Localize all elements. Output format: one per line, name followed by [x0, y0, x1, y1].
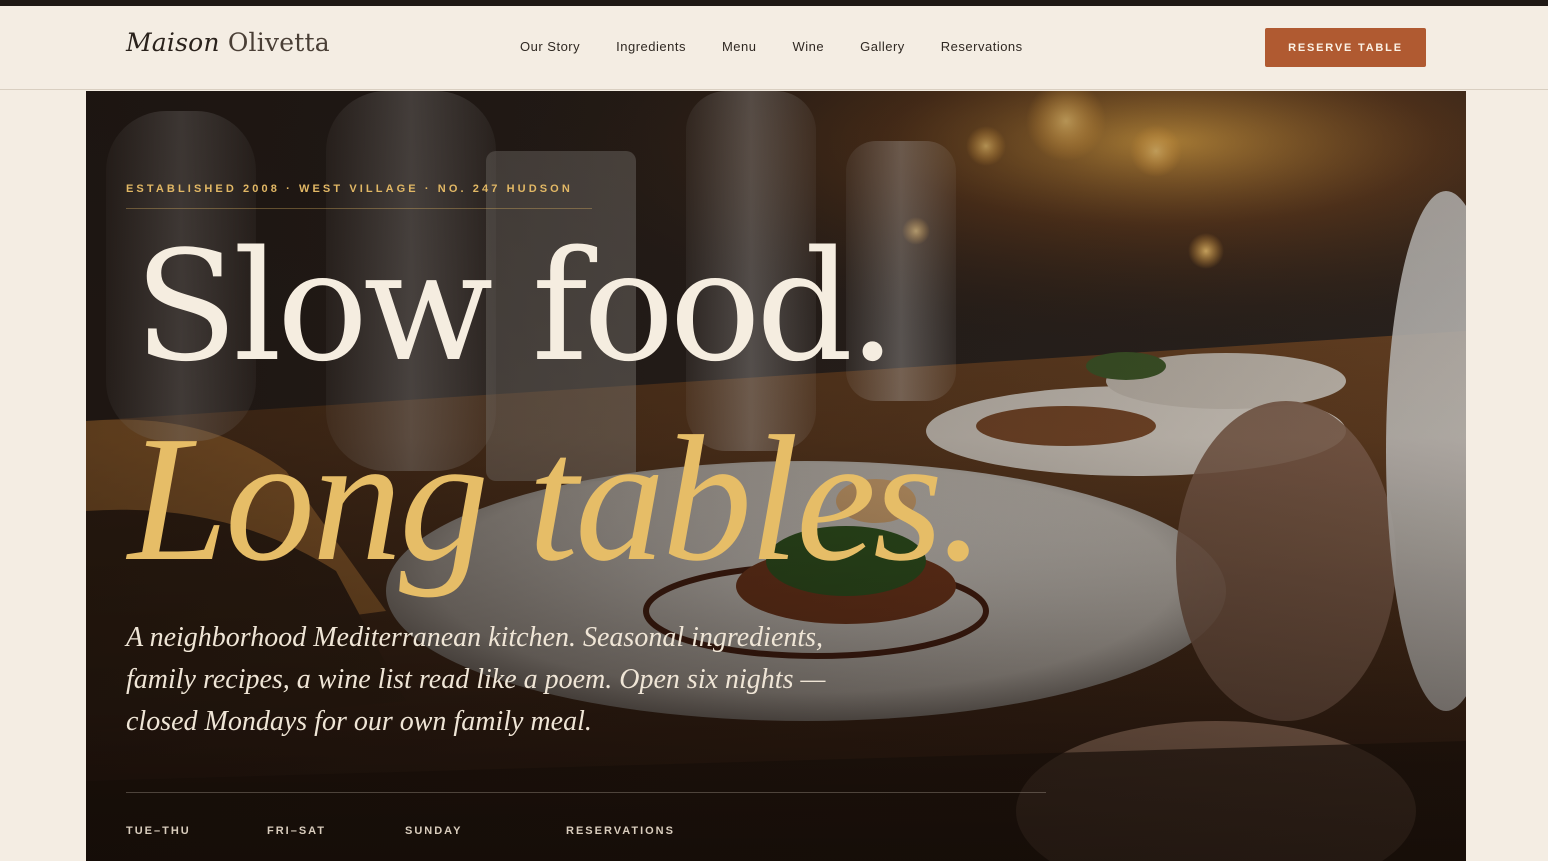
nav-link-wine[interactable]: Wine [792, 39, 824, 54]
hours-tue-thu: TUE–THU [126, 825, 191, 849]
hero-headline-line1: Slow food. [134, 218, 897, 395]
nav-link-gallery[interactable]: Gallery [860, 39, 905, 54]
hours-label: FRI–SAT [267, 825, 327, 837]
hours-label: RESERVATIONS [566, 825, 675, 837]
reserve-table-button[interactable]: RESERVE TABLE [1265, 28, 1426, 67]
brand-name-italic: Maison [126, 28, 220, 57]
hero-eyebrow: ESTABLISHED 2008 · WEST VILLAGE · NO. 24… [126, 183, 592, 209]
hero-divider [126, 792, 1046, 793]
brand-name-plain: Olivetta [227, 28, 330, 57]
hours-sunday: SUNDAY [405, 825, 462, 849]
nav-link-ingredients[interactable]: Ingredients [616, 39, 686, 54]
nav-link-menu[interactable]: Menu [722, 39, 757, 54]
hero-lede: A neighborhood Mediterranean kitchen. Se… [126, 622, 826, 737]
nav-link-reservations[interactable]: Reservations [941, 39, 1023, 54]
brand-logo[interactable]: Maison Olivetta [126, 28, 330, 57]
hours-reservations: RESERVATIONS [566, 825, 675, 849]
hero-headline-line2: Long tables. [128, 399, 985, 598]
main-nav: Our Story Ingredients Menu Wine Gallery … [520, 39, 1059, 54]
hours-label: SUNDAY [405, 825, 463, 837]
hours-label: TUE–THU [126, 825, 191, 837]
nav-link-our-story[interactable]: Our Story [520, 39, 580, 54]
hero-section: ESTABLISHED 2008 · WEST VILLAGE · NO. 24… [86, 91, 1466, 861]
hours-fri-sat: FRI–SAT [267, 825, 326, 849]
site-header: Maison Olivetta Our Story Ingredients Me… [0, 6, 1548, 90]
